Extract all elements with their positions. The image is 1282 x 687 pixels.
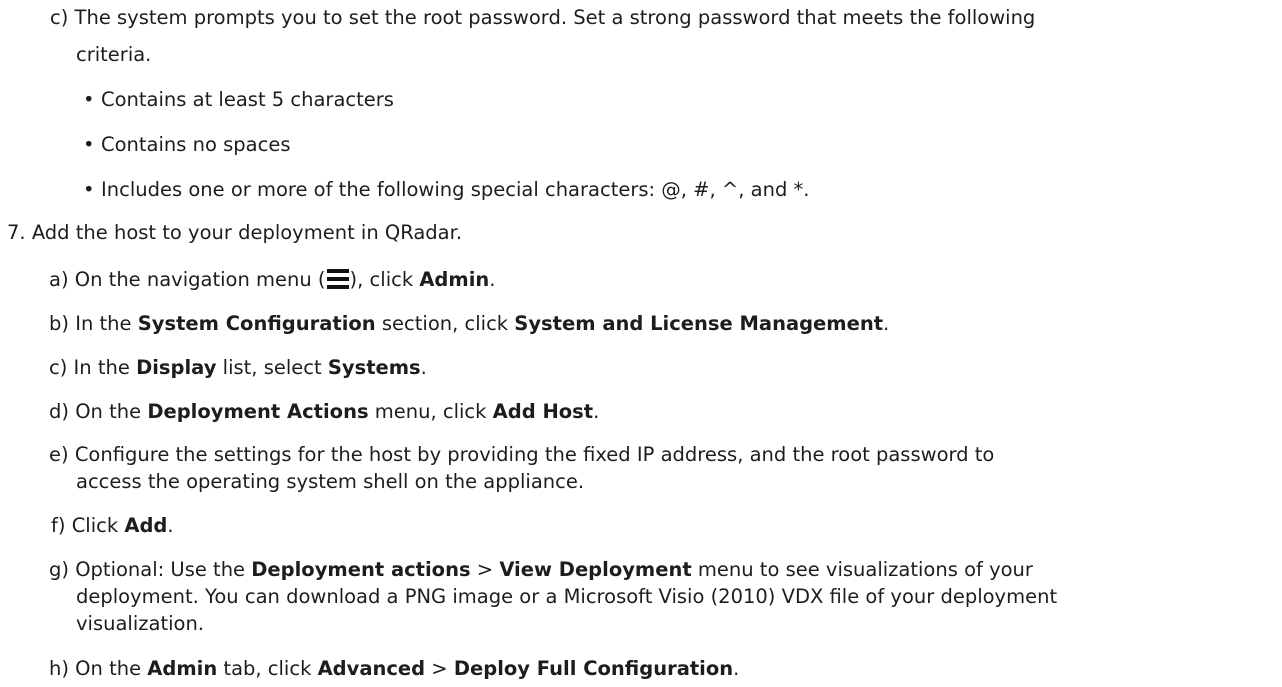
bullet-icon: • (83, 178, 95, 201)
ui-term: Advanced (317, 657, 426, 680)
ui-term: Deploy Full Configuration (453, 657, 734, 680)
step-text: criteria. (76, 43, 152, 66)
substep-f: f) Click Add. (51, 514, 174, 537)
substep-text: visualization. (76, 612, 204, 635)
substep-g: g) Optional: Use the Deployment actions … (49, 558, 1033, 581)
step-label: c) (50, 6, 69, 29)
substep-text: On the (75, 657, 148, 680)
substep-g-line2: deployment. You can download a PNG image… (76, 584, 1057, 610)
navigation-menu-icon (326, 269, 349, 289)
substep-d: d) On the Deployment Actions menu, click… (49, 400, 600, 423)
ui-term: Admin (147, 657, 218, 680)
step-text: Add the host to your deployment in QRada… (31, 221, 463, 244)
substep-label: b) (49, 312, 69, 335)
bullet-icon: • (83, 133, 95, 156)
bullet-icon: • (83, 88, 95, 111)
step-text: The system prompts you to set the root p… (74, 6, 1036, 29)
ui-term: Deployment actions (251, 558, 471, 581)
bullet-text: Contains no spaces (101, 133, 291, 156)
substep-label: h) (49, 657, 69, 680)
ui-term: System and License Management (514, 312, 884, 335)
step-6c-line1: c) The system prompts you to set the roo… (50, 5, 1035, 31)
substep-text: In the (75, 312, 138, 335)
substep-label: e) (49, 443, 69, 466)
ui-term: View Deployment (499, 558, 692, 581)
substep-text: On the navigation menu ( (74, 268, 326, 291)
substep-label: g) (49, 558, 69, 581)
substep-text: Optional: Use the (75, 558, 252, 581)
step-7: 7. Add the host to your deployment in QR… (7, 220, 462, 246)
ui-term: Systems (327, 356, 421, 379)
substep-text: deployment. You can download a PNG image… (76, 585, 1058, 608)
substep-e: e) Configure the settings for the host b… (49, 442, 994, 468)
list-item: • Contains at least 5 characters (83, 87, 394, 113)
substep-text: ), click (349, 268, 420, 291)
ui-term: Add (124, 514, 168, 537)
substep-c: c) In the Display list, select Systems. (49, 356, 427, 379)
substep-label: d) (49, 400, 69, 423)
bullet-text: Contains at least 5 characters (101, 88, 394, 111)
substep-text: Configure the settings for the host by p… (74, 443, 995, 466)
list-item: • Includes one or more of the following s… (83, 177, 809, 203)
substep-text: Click (71, 514, 125, 537)
ui-term: Add Host (492, 400, 594, 423)
substep-g-line3: visualization. (76, 611, 204, 637)
substep-e-line2: access the operating system shell on the… (76, 469, 584, 495)
substep-b: b) In the System Configuration section, … (49, 312, 890, 335)
substep-text: In the (73, 356, 137, 379)
substep-h: h) On the Admin tab, click Advanced > De… (49, 657, 740, 680)
substep-text: On the (75, 400, 148, 423)
step-6c-line2: criteria. (76, 42, 151, 68)
list-item: • Contains no spaces (83, 132, 291, 158)
substep-label: f) (51, 514, 66, 537)
step-label: 7. (7, 221, 26, 244)
bullet-text: Includes one or more of the following sp… (101, 178, 810, 201)
ui-term: System Configuration (137, 312, 376, 335)
substep-label: c) (49, 356, 68, 379)
ui-term: Deployment Actions (147, 400, 369, 423)
substep-a: a) On the navigation menu ( ), click Admi… (49, 268, 496, 291)
substep-label: a) (49, 268, 69, 291)
substep-text: access the operating system shell on the… (76, 470, 585, 493)
ui-term: Display (136, 356, 217, 379)
ui-term: Admin (419, 268, 490, 291)
